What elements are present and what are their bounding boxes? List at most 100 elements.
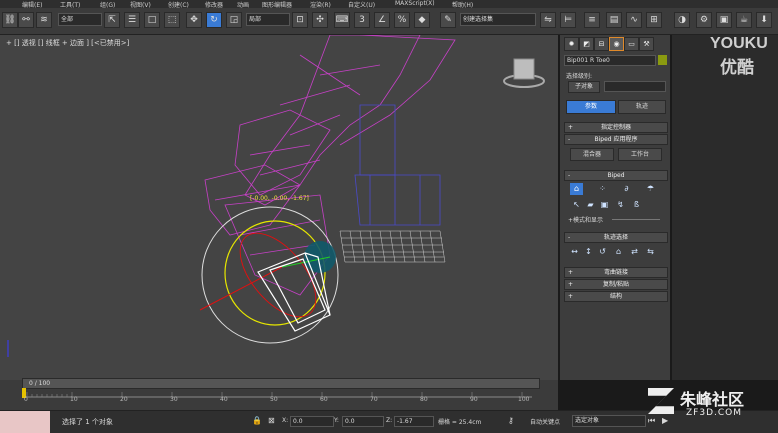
keyboard-shortcut-icon[interactable]: ⌨ <box>334 12 350 28</box>
workbench-button[interactable]: 工作台 <box>618 148 662 161</box>
z-label: Z: <box>386 417 393 424</box>
assign-controller-rollout[interactable]: + 指定控制器 <box>564 122 668 133</box>
move-icon[interactable]: ✥ <box>186 12 202 28</box>
hierarchy-icon[interactable]: ⊟ <box>594 37 609 51</box>
command-panel: ✹ ◩ ⊟ ◉ ▭ ⚒ Bip001 R Toe0 选择级别: 子对象 参数 轨… <box>560 35 670 380</box>
mixer-button[interactable]: 混合器 <box>570 148 614 161</box>
graphite-ribbon-icon[interactable]: ▤ <box>606 12 622 28</box>
track-selection-rollout[interactable]: - 轨迹选择 <box>564 232 668 243</box>
menu-maxscript[interactable]: MAXScript(X) <box>395 0 435 7</box>
render-icon[interactable]: ☕ <box>736 12 752 28</box>
lock-com-keying-icon[interactable]: ⌂ <box>612 246 625 258</box>
biped-rollout[interactable]: - Biped <box>564 170 668 181</box>
rotate-icon[interactable]: ↻ <box>206 12 222 28</box>
selection-filter-dropdown[interactable]: 全部 <box>58 13 102 26</box>
edit-named-sets-icon[interactable]: ✎ <box>440 12 456 28</box>
biped-apps-rollout[interactable]: - Biped 应用程序 <box>564 134 668 145</box>
structure-label: 结构 <box>609 293 622 300</box>
render-setup-icon[interactable]: ⚙ <box>696 12 712 28</box>
key-filter-dropdown[interactable]: 选定对象 <box>572 415 646 427</box>
viewcube-icon[interactable] <box>503 58 545 88</box>
x-coordinate-field[interactable]: 0.0 <box>290 416 334 427</box>
z-coordinate-field[interactable]: -1.67 <box>394 416 434 427</box>
lock-selection-icon[interactable]: 🔒 <box>252 416 262 425</box>
open-file-icon[interactable]: ▰ <box>584 199 597 211</box>
mirror-icon[interactable]: ⇋ <box>540 12 556 28</box>
timeline-tick: 70 <box>370 396 378 403</box>
load-file-icon[interactable]: ↖ <box>570 199 583 211</box>
perspective-viewport[interactable]: + [] 透视 [] 线框 + 边面 ] [<已禁用>] [-0.00, -0.… <box>0 35 558 380</box>
footstep-mode-icon[interactable]: ⁘ <box>596 183 609 195</box>
zf-community-text: 朱峰社区 <box>680 390 745 409</box>
zf-url-text: ZF3D.COM <box>686 408 742 418</box>
parameters-button[interactable]: 参数 <box>566 100 616 114</box>
modes-divider <box>612 219 660 220</box>
rotation-coordinate-readout: [-0.00, -0.00, -1.67] <box>250 195 309 202</box>
motion-flow-icon[interactable]: ∂ <box>620 183 633 195</box>
biped-apps-label: Biped 应用程序 <box>594 136 638 143</box>
set-key-icon[interactable]: ⚷ <box>508 416 514 425</box>
bind-space-warp-icon[interactable]: ≋ <box>36 12 52 28</box>
youku-logo-text: YOUKU <box>710 35 768 52</box>
window-crossing-icon[interactable]: ⬚ <box>164 12 180 28</box>
biped-rollout-label: Biped <box>607 172 625 179</box>
bend-links-rollout[interactable]: + 弯曲链接 <box>564 267 668 278</box>
absolute-mode-icon[interactable]: ⊠ <box>268 416 275 425</box>
select-object-icon[interactable]: ⇱ <box>104 12 120 28</box>
copy-paste-label: 复制/粘贴 <box>602 281 630 288</box>
body-horizontal-icon[interactable]: ↔ <box>568 246 581 258</box>
angle-snap-icon[interactable]: ∠ <box>374 12 390 28</box>
auto-key-button[interactable]: 自动关键点 <box>530 417 560 426</box>
layer-manager-icon[interactable]: ≡ <box>584 12 600 28</box>
material-editor-icon[interactable]: ◑ <box>674 12 690 28</box>
trajectories-button[interactable]: 轨迹 <box>618 100 666 114</box>
object-name-field[interactable]: Bip001 R Toe0 <box>564 55 656 66</box>
utilities-icon[interactable]: ⚒ <box>639 37 654 51</box>
figure-mode-icon[interactable]: ⌂ <box>570 183 583 195</box>
unlink-icon[interactable]: ⚯ <box>18 12 34 28</box>
timeline-tick: 100 <box>518 396 530 403</box>
bend-links-label: 弯曲链接 <box>603 269 628 276</box>
mixer-mode-icon[interactable]: ☂ <box>644 183 657 195</box>
body-vertical-icon[interactable]: ↕ <box>582 246 595 258</box>
maxscript-listener[interactable] <box>0 411 50 433</box>
save-file-icon[interactable]: ▣ <box>598 199 611 211</box>
modify-icon[interactable]: ◩ <box>579 37 594 51</box>
body-rotation-icon[interactable]: ↺ <box>596 246 609 258</box>
select-by-name-icon[interactable]: ☰ <box>124 12 140 28</box>
copy-paste-rollout[interactable]: + 复制/粘贴 <box>564 279 668 290</box>
reference-coord-dropdown[interactable]: 局部 <box>246 13 290 26</box>
sub-object-button[interactable]: 子对象 <box>568 81 600 93</box>
timeline-tick: 10 <box>70 396 78 403</box>
motion-icon[interactable]: ◉ <box>609 37 624 51</box>
curve-editor-icon[interactable]: ∿ <box>626 12 642 28</box>
convert-icon[interactable]: ↯ <box>614 199 627 211</box>
display-icon[interactable]: ▭ <box>624 37 639 51</box>
structure-rollout[interactable]: + 结构 <box>564 291 668 302</box>
create-icon[interactable]: ✹ <box>564 37 579 51</box>
select-manipulate-icon[interactable]: ✣ <box>312 12 328 28</box>
pivot-center-icon[interactable]: ⊡ <box>292 12 308 28</box>
snap-3d-icon[interactable]: 3 <box>354 12 370 28</box>
move-all-mode-icon[interactable]: ß <box>630 199 643 211</box>
rect-selection-icon[interactable]: □ <box>144 12 160 28</box>
object-color-swatch[interactable] <box>658 55 667 65</box>
sub-object-dropdown[interactable] <box>604 81 666 92</box>
main-toolbar: ⛓ ⚯ ≋ 全部 ⇱ ☰ □ ⬚ ✥ ↻ ◲ 局部 ⊡ ✣ ⌨ 3 ∠ % ◆ … <box>0 8 778 35</box>
align-icon[interactable]: ⊨ <box>560 12 576 28</box>
y-coordinate-field[interactable]: 0.0 <box>342 416 384 427</box>
timeline-tick: 90 <box>470 396 478 403</box>
scale-icon[interactable]: ◲ <box>226 12 242 28</box>
named-selection-dropdown[interactable]: 创建选择集 <box>460 13 536 26</box>
selection-level-label: 选择级别: <box>566 73 593 80</box>
percent-snap-icon[interactable]: % <box>394 12 410 28</box>
spinner-snap-icon[interactable]: ◆ <box>414 12 430 28</box>
link-icon[interactable]: ⛓ <box>2 12 18 28</box>
symmetrical-icon[interactable]: ⇄ <box>628 246 641 258</box>
modes-display-toggle[interactable]: +模式和显示 <box>568 215 603 224</box>
render-production-icon[interactable]: ⬇ <box>756 12 772 28</box>
grid-size-readout: 栅格 = 25.4cm <box>438 419 482 426</box>
rendered-frame-icon[interactable]: ▣ <box>716 12 732 28</box>
schematic-view-icon[interactable]: ⊞ <box>646 12 662 28</box>
opposite-icon[interactable]: ⇆ <box>644 246 657 258</box>
